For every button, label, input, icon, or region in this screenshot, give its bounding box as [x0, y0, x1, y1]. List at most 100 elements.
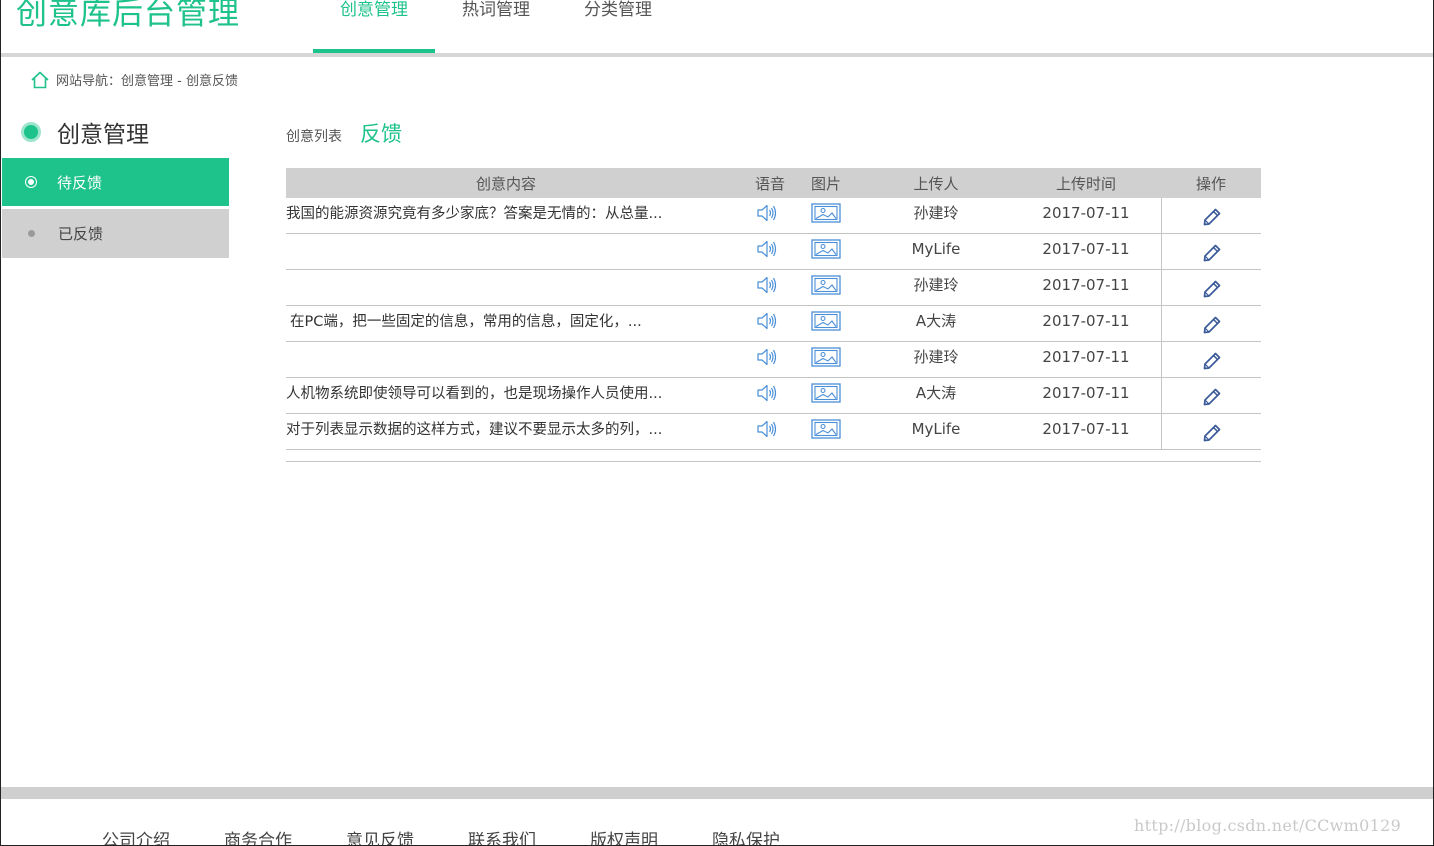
speaker-icon[interactable]: [755, 310, 779, 332]
idea-table: 创意内容 语音 图片 上传人 上传时间 操作 我国的能源资源究竟有多少家底？答案…: [286, 168, 1261, 462]
table-row: MyLife 2017-07-11: [286, 234, 1261, 270]
idea-content-cell[interactable]: 在PC端，把一些固定的信息，常用的信息，固定化，...: [286, 306, 726, 341]
action-cell: [1161, 306, 1261, 341]
voice-cell: [726, 306, 791, 341]
pencil-icon[interactable]: [1202, 423, 1222, 443]
idea-content-cell[interactable]: 我国的能源资源究竟有多少家底？答案是无情的：从总量...: [286, 198, 726, 233]
table-row: 对于列表显示数据的这样方式，建议不要显示太多的列，... MyLife 2017-0…: [286, 414, 1261, 450]
footer-link-privacy[interactable]: 隐私保护: [712, 826, 780, 845]
breadcrumb-text: 网站导航：创意管理 - 创意反馈: [56, 74, 238, 89]
column-header-time: 上传时间: [1055, 174, 1116, 193]
image-icon[interactable]: [811, 310, 841, 332]
page-frame: 创意库后台管理 创意管理 热词管理 分类管理 网站导航：创意管理 - 创意反馈 …: [0, 0, 1434, 846]
footer-link-business[interactable]: 商务合作: [224, 826, 292, 845]
tab-idea-management[interactable]: 创意管理: [313, 0, 435, 53]
table-row: 孙建玲 2017-07-11: [286, 342, 1261, 378]
column-header-uploader: 上传人: [913, 174, 959, 193]
pencil-icon[interactable]: [1202, 207, 1222, 227]
table-row: 我国的能源资源究竟有多少家底？答案是无情的：从总量... 孙建玲 2017-07-1…: [286, 198, 1261, 234]
image-cell: [791, 270, 861, 305]
table-row: 在PC端，把一些固定的信息，常用的信息，固定化，... A大涛 2017-07-11: [286, 306, 1261, 342]
content-heading: 创意列表 反馈: [286, 118, 402, 148]
image-icon[interactable]: [811, 382, 841, 404]
image-icon[interactable]: [811, 238, 841, 260]
uploader-cell: 孙建玲: [913, 348, 959, 366]
voice-cell: [726, 198, 791, 233]
table-header: 创意内容 语音 图片 上传人 上传时间 操作: [286, 168, 1261, 198]
idea-content-cell[interactable]: 人机物系统即使领导可以看到的，也是现场操作人员使用...: [286, 378, 726, 413]
footer-link-copyright[interactable]: 版权声明: [590, 826, 658, 845]
action-cell: [1161, 234, 1261, 269]
idea-content-cell[interactable]: [286, 270, 726, 305]
voice-cell: [726, 234, 791, 269]
image-cell: [791, 234, 861, 269]
column-header-action: 操作: [1195, 174, 1226, 193]
sidebar-item-pending[interactable]: 待反馈: [2, 158, 229, 206]
table-body: 我国的能源资源究竟有多少家底？答案是无情的：从总量... 孙建玲 2017-07-1…: [286, 198, 1261, 450]
top-header: 创意库后台管理 创意管理 热词管理 分类管理: [1, 0, 1433, 53]
column-header-content: 创意内容: [475, 174, 536, 193]
image-icon[interactable]: [811, 274, 841, 296]
footer-link-feedback[interactable]: 意见反馈: [346, 826, 414, 845]
upload-time-cell: 2017-07-11: [1042, 419, 1130, 438]
image-cell: [791, 342, 861, 377]
speaker-icon[interactable]: [755, 382, 779, 404]
speaker-icon[interactable]: [755, 202, 779, 224]
sidebar-title-text: 创意管理: [57, 122, 149, 148]
footer-divider: [1, 787, 1433, 799]
uploader-cell: 孙建玲: [913, 204, 959, 222]
content-title: 反馈: [360, 122, 402, 146]
image-cell: [791, 306, 861, 341]
brand-title: 创意库后台管理: [16, 0, 240, 32]
action-cell: [1161, 342, 1261, 377]
sidebar-item-done[interactable]: 已反馈: [2, 209, 229, 258]
home-icon[interactable]: [30, 71, 50, 89]
header-divider: [1, 53, 1433, 57]
uploader-cell: MyLife: [911, 239, 961, 258]
speaker-icon[interactable]: [755, 238, 779, 260]
image-cell: [791, 378, 861, 413]
speaker-icon[interactable]: [755, 346, 779, 368]
pencil-icon[interactable]: [1202, 279, 1222, 299]
action-cell: [1161, 414, 1261, 449]
table-row: 人机物系统即使领导可以看到的，也是现场操作人员使用... A大涛 2017-07-1…: [286, 378, 1261, 414]
speaker-icon[interactable]: [755, 418, 779, 440]
action-cell: [1161, 198, 1261, 233]
sidebar-item-label: 待反馈: [57, 173, 103, 192]
breadcrumb: 网站导航：创意管理 - 创意反馈: [30, 70, 238, 89]
column-header-voice: 语音: [754, 174, 785, 193]
watermark: http://blog.csdn.net/CCwm0129: [1134, 816, 1402, 835]
sidebar-title: 创意管理: [21, 115, 149, 149]
upload-time-cell: 2017-07-11: [1042, 383, 1130, 402]
image-icon[interactable]: [811, 346, 841, 368]
uploader-cell: 孙建玲: [913, 276, 959, 294]
upload-time-cell: 2017-07-11: [1042, 347, 1130, 366]
pencil-icon[interactable]: [1202, 315, 1222, 335]
footer-link-contact[interactable]: 联系我们: [468, 826, 536, 845]
image-icon[interactable]: [811, 418, 841, 440]
pencil-icon[interactable]: [1202, 351, 1222, 371]
sidebar-item-label: 已反馈: [58, 225, 104, 243]
speaker-icon[interactable]: [755, 274, 779, 296]
pencil-icon[interactable]: [1202, 243, 1222, 263]
upload-time-cell: 2017-07-11: [1042, 203, 1130, 222]
table-bottom: [286, 450, 1261, 462]
idea-content-cell[interactable]: 对于列表显示数据的这样方式，建议不要显示太多的列，...: [286, 414, 726, 449]
upload-time-cell: 2017-07-11: [1042, 239, 1130, 258]
upload-time-cell: 2017-07-11: [1042, 275, 1130, 294]
idea-content-cell[interactable]: [286, 234, 726, 269]
tab-category-management[interactable]: 分类管理: [563, 0, 673, 53]
image-icon[interactable]: [811, 202, 841, 224]
content-subtitle: 创意列表: [286, 129, 342, 145]
uploader-cell: MyLife: [911, 419, 961, 438]
idea-content-cell[interactable]: [286, 342, 726, 377]
action-cell: [1161, 378, 1261, 413]
uploader-cell: A大涛: [915, 312, 957, 330]
pencil-icon[interactable]: [1202, 387, 1222, 407]
image-cell: [791, 414, 861, 449]
footer-link-about[interactable]: 公司介绍: [102, 826, 170, 845]
tab-hotword-management[interactable]: 热词管理: [441, 0, 551, 53]
circle-dot-icon: [21, 122, 41, 142]
table-row: 孙建玲 2017-07-11: [286, 270, 1261, 306]
voice-cell: [726, 342, 791, 377]
